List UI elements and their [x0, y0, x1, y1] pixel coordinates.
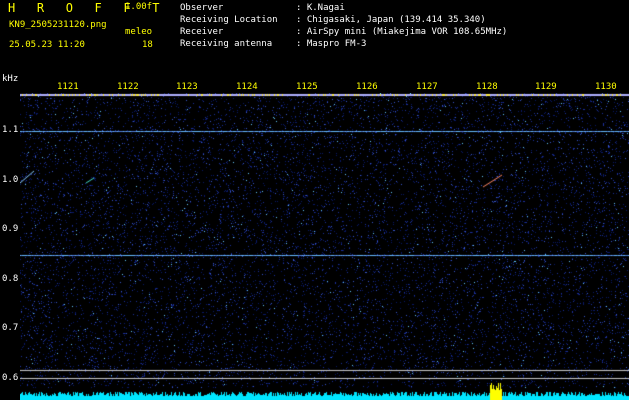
- x-tick: 1125: [296, 82, 318, 92]
- x-tick: 1127: [416, 82, 438, 92]
- info-value-observer: : K.Nagai: [296, 3, 345, 13]
- file-name: KN9_2505231120.png: [9, 20, 107, 30]
- x-tick: 1130: [595, 82, 617, 92]
- version-label: 1.00f: [125, 2, 153, 12]
- y-tick: 1.1: [2, 125, 19, 135]
- spectrogram-canvas: [20, 93, 629, 400]
- info-label-receiver: Receiver: [180, 27, 224, 37]
- x-tick: 1123: [176, 82, 198, 92]
- x-tick: 1121: [57, 82, 79, 92]
- x-tick: 1126: [356, 82, 378, 92]
- x-tick: 1122: [117, 82, 139, 92]
- info-value-antenna: : Maspro FM-3: [296, 39, 367, 49]
- info-value-location: : Chigasaki, Japan (139.414 35.340): [296, 15, 486, 25]
- y-tick: 0.6: [2, 373, 19, 383]
- hrofft-window: H R O F F T 1.00f KN9_2505231120.png mel…: [0, 0, 629, 400]
- y-tick: 1.0: [2, 175, 19, 185]
- info-label-observer: Observer: [180, 3, 224, 13]
- y-axis-unit: kHz: [2, 74, 19, 84]
- timestamp: 25.05.23 11:20: [9, 40, 85, 50]
- y-tick: 0.7: [2, 323, 19, 333]
- info-value-receiver: : AirSpy mini (Miakejima VOR 108.65MHz): [296, 27, 508, 37]
- x-tick: 1129: [535, 82, 557, 92]
- y-tick: 0.8: [2, 274, 19, 284]
- info-label-location: Receiving Location: [180, 15, 278, 25]
- info-label-antenna: Receiving antenna: [180, 39, 273, 49]
- y-tick: 0.9: [2, 224, 19, 234]
- x-tick: 1124: [236, 82, 258, 92]
- x-tick: 1128: [476, 82, 498, 92]
- meteor-count: 18: [142, 40, 153, 50]
- detector-name: meleo: [125, 27, 153, 37]
